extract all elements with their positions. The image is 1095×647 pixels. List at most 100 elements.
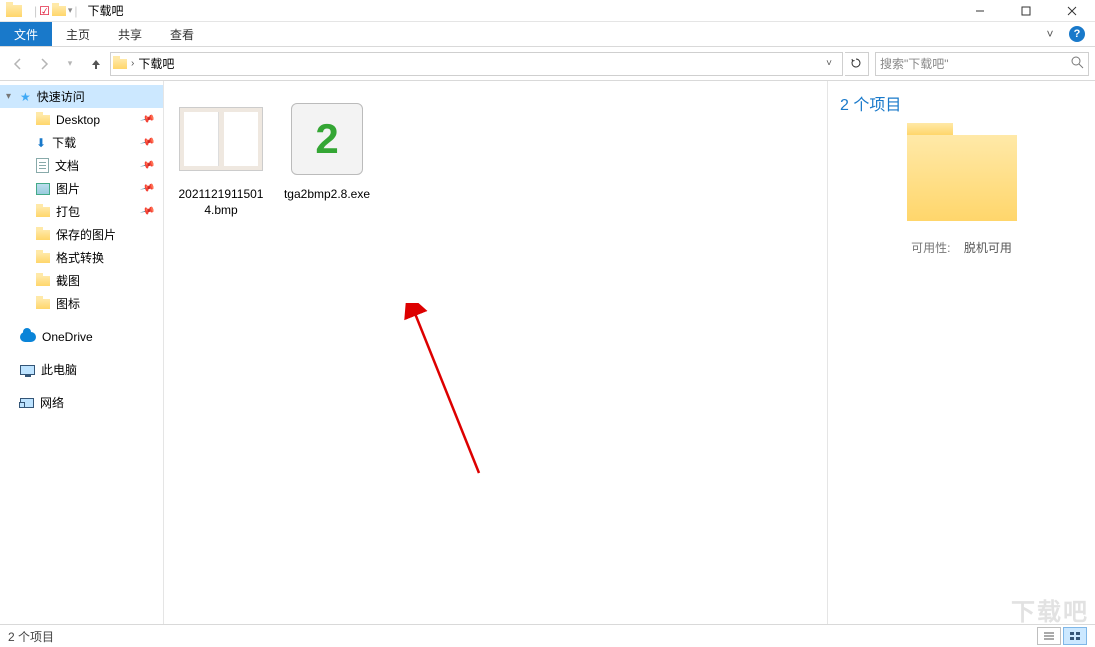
thumbnail-bmp bbox=[177, 95, 265, 183]
folder-icon bbox=[36, 253, 50, 263]
quick-access-toolbar: | ☑ ▾ | bbox=[34, 4, 78, 18]
qat-check-icon[interactable]: ☑ bbox=[39, 4, 50, 18]
star-icon: ★ bbox=[20, 90, 31, 104]
qat-dropdown-icon[interactable]: ▾ bbox=[68, 5, 73, 16]
address-bar[interactable]: › 下载吧 ˅ bbox=[110, 52, 843, 76]
sidebar-item-label: Desktop bbox=[56, 113, 100, 127]
view-switcher bbox=[1037, 627, 1087, 645]
address-dropdown-button[interactable]: ˅ bbox=[818, 53, 840, 75]
close-button[interactable] bbox=[1049, 0, 1095, 22]
app-glyph-icon: 2 bbox=[315, 115, 338, 163]
pin-icon: 📌 bbox=[139, 135, 155, 151]
folder-icon bbox=[36, 230, 50, 240]
sidebar-item-label: 截图 bbox=[56, 272, 80, 289]
view-large-icons-button[interactable] bbox=[1063, 627, 1087, 645]
tab-home[interactable]: 主页 bbox=[52, 22, 104, 46]
pin-icon: 📌 bbox=[139, 204, 155, 220]
qat-separator: | bbox=[34, 4, 37, 18]
breadcrumb-sep-icon[interactable]: › bbox=[131, 58, 134, 69]
picture-icon bbox=[36, 183, 50, 195]
sidebar-this-pc[interactable]: ▸ 此电脑 bbox=[0, 358, 163, 381]
folder-icon bbox=[36, 299, 50, 309]
recent-locations-button[interactable]: ▾ bbox=[58, 52, 82, 76]
status-bar: 2 个项目 bbox=[0, 624, 1095, 647]
address-folder-icon bbox=[113, 59, 127, 69]
tab-share[interactable]: 共享 bbox=[104, 22, 156, 46]
sidebar-item-label: 下载 bbox=[52, 134, 76, 151]
sidebar-item-pictures[interactable]: 图片 📌 bbox=[0, 177, 163, 200]
minimize-button[interactable] bbox=[957, 0, 1003, 22]
sidebar-item-label: 保存的图片 bbox=[56, 226, 116, 243]
body: ▾ ★ 快速访问 Desktop 📌 ⬇ 下载 📌 文档 📌 图片 📌 打包 � bbox=[0, 81, 1095, 624]
folder-icon bbox=[36, 207, 50, 217]
details-pane: 2 个项目 可用性: 脱机可用 bbox=[827, 81, 1095, 624]
status-text: 2 个项目 bbox=[8, 628, 54, 645]
ribbon-tabs: 文件 主页 共享 查看 ˅ ? bbox=[0, 22, 1095, 47]
pin-icon: 📌 bbox=[139, 181, 155, 197]
folder-icon bbox=[36, 276, 50, 286]
back-button[interactable] bbox=[6, 52, 30, 76]
help-button[interactable]: ? bbox=[1059, 22, 1095, 46]
details-title: 2 个项目 bbox=[840, 91, 1083, 115]
sidebar-item-label: 格式转换 bbox=[56, 249, 104, 266]
availability-label: 可用性: bbox=[911, 241, 950, 255]
file-item[interactable]: 2 tga2bmp2.8.exe bbox=[278, 91, 376, 207]
titlebar-left: | ☑ ▾ | 下载吧 bbox=[0, 2, 124, 19]
file-item[interactable]: 20211219115014.bmp bbox=[172, 91, 270, 222]
sidebar-item-convert[interactable]: 格式转换 bbox=[0, 246, 163, 269]
file-tab[interactable]: 文件 bbox=[0, 22, 52, 46]
sidebar-label: 此电脑 bbox=[41, 361, 77, 378]
navigation-pane: ▾ ★ 快速访问 Desktop 📌 ⬇ 下载 📌 文档 📌 图片 📌 打包 � bbox=[0, 81, 164, 624]
sidebar-item-label: 文档 bbox=[55, 157, 79, 174]
window-titlebar: | ☑ ▾ | 下载吧 bbox=[0, 0, 1095, 22]
sidebar-item-label: 打包 bbox=[56, 203, 80, 220]
sidebar-item-documents[interactable]: 文档 📌 bbox=[0, 154, 163, 177]
forward-button[interactable] bbox=[32, 52, 56, 76]
content-area: 20211219115014.bmp 2 tga2bmp2.8.exe 2 个项… bbox=[164, 81, 1095, 624]
sidebar-item-package[interactable]: 打包 📌 bbox=[0, 200, 163, 223]
qat-folder-icon[interactable] bbox=[52, 6, 66, 16]
search-placeholder: 搜索"下载吧" bbox=[880, 55, 949, 72]
cloud-icon bbox=[20, 332, 36, 342]
app-folder-icon bbox=[6, 5, 22, 17]
pin-icon: 📌 bbox=[139, 112, 155, 128]
availability-row: 可用性: 脱机可用 bbox=[840, 239, 1083, 256]
tab-view[interactable]: 查看 bbox=[156, 22, 208, 46]
sidebar-item-downloads[interactable]: ⬇ 下载 📌 bbox=[0, 131, 163, 154]
sidebar-network[interactable]: ▸ 网络 bbox=[0, 391, 163, 414]
file-pane[interactable]: 20211219115014.bmp 2 tga2bmp2.8.exe bbox=[164, 81, 827, 624]
file-name: 20211219115014.bmp bbox=[176, 187, 266, 218]
caret-down-icon[interactable]: ▾ bbox=[6, 91, 11, 102]
sidebar-label: 快速访问 bbox=[37, 88, 85, 105]
document-icon bbox=[36, 158, 49, 173]
view-details-button[interactable] bbox=[1037, 627, 1061, 645]
search-box[interactable]: 搜索"下载吧" bbox=[875, 52, 1089, 76]
sidebar-label: 网络 bbox=[40, 394, 64, 411]
sidebar-item-label: 图标 bbox=[56, 295, 80, 312]
window-controls bbox=[957, 0, 1095, 22]
maximize-button[interactable] bbox=[1003, 0, 1049, 22]
navigation-bar: ▾ › 下载吧 ˅ 搜索"下载吧" bbox=[0, 47, 1095, 81]
refresh-button[interactable] bbox=[845, 52, 869, 76]
up-button[interactable] bbox=[84, 52, 108, 76]
search-icon bbox=[1071, 56, 1084, 72]
availability-value: 脱机可用 bbox=[964, 241, 1012, 255]
thumbnail-exe: 2 bbox=[283, 95, 371, 183]
file-name: tga2bmp2.8.exe bbox=[284, 187, 370, 203]
folder-large-icon bbox=[907, 135, 1017, 221]
breadcrumb[interactable]: 下载吧 bbox=[138, 55, 174, 72]
pc-icon bbox=[20, 365, 35, 375]
window-title: 下载吧 bbox=[88, 2, 124, 19]
ribbon-collapse-button[interactable]: ˅ bbox=[1041, 22, 1059, 46]
sidebar-quick-access[interactable]: ▾ ★ 快速访问 bbox=[0, 85, 163, 108]
download-icon: ⬇ bbox=[36, 136, 46, 150]
sidebar-item-screenshots[interactable]: 截图 bbox=[0, 269, 163, 292]
qat-separator-2: | bbox=[74, 4, 77, 18]
sidebar-onedrive[interactable]: ▸ OneDrive bbox=[0, 325, 163, 348]
sidebar-item-desktop[interactable]: Desktop 📌 bbox=[0, 108, 163, 131]
folder-icon bbox=[36, 115, 50, 125]
sidebar-item-label: 图片 bbox=[56, 180, 80, 197]
sidebar-item-saved-pics[interactable]: 保存的图片 bbox=[0, 223, 163, 246]
pin-icon: 📌 bbox=[139, 158, 155, 174]
sidebar-item-icons[interactable]: 图标 bbox=[0, 292, 163, 315]
